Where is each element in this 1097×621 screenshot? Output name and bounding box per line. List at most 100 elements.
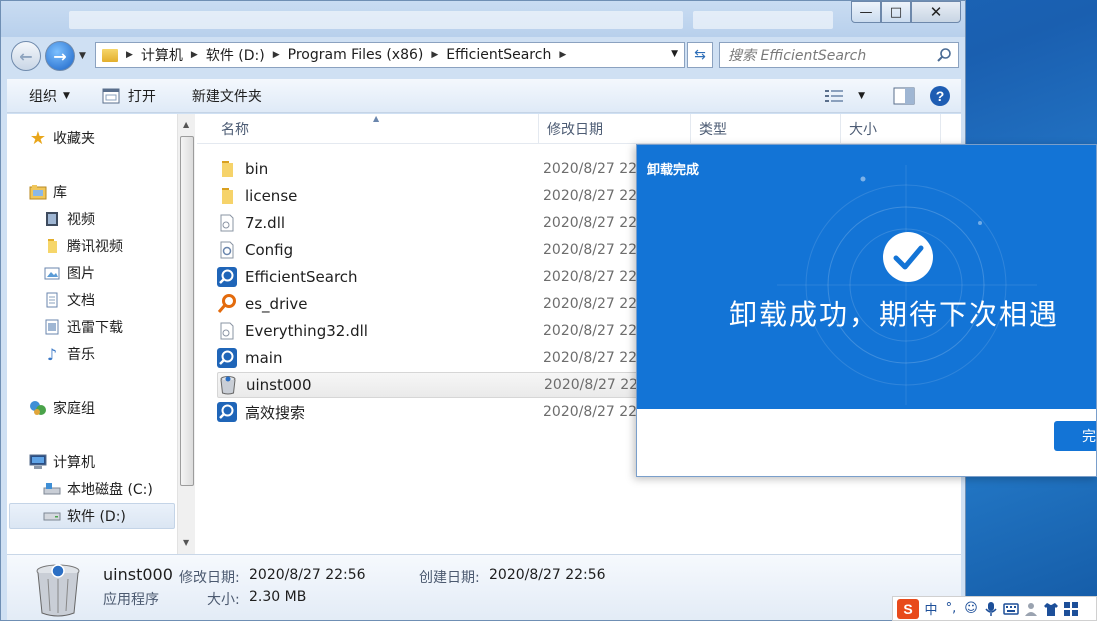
video-library-icon — [43, 210, 61, 228]
file-modified-date: 2020/8/27 22 — [543, 323, 638, 339]
column-header-name[interactable]: 名称 — [213, 114, 539, 144]
sidebar-item-drive-d[interactable]: 软件 (D:) — [43, 504, 126, 528]
minimize-button[interactable]: — — [851, 1, 881, 23]
address-bar[interactable]: ▶ 计算机 ▶ 软件 (D:) ▶ Program Files (x86) ▶ … — [95, 42, 685, 68]
success-check-icon — [883, 232, 933, 282]
sogou-logo-icon[interactable]: S — [897, 598, 919, 619]
refresh-icon: ⇆ — [694, 47, 706, 63]
back-button[interactable]: ← — [11, 41, 41, 71]
breadcrumb-computer[interactable]: 计算机 — [141, 45, 183, 65]
sidebar-item-homegroup[interactable]: 家庭组 — [29, 396, 95, 420]
sidebar-item-documents[interactable]: 文档 — [43, 288, 95, 312]
recent-pages-dropdown-icon[interactable]: ▼ — [79, 51, 86, 61]
preview-pane-icon[interactable] — [893, 87, 915, 105]
sidebar-scrollbar[interactable]: ▲ ▼ — [177, 114, 195, 554]
breadcrumb-drive-d[interactable]: 软件 (D:) — [206, 45, 265, 65]
sidebar-item-label: 迅雷下载 — [67, 320, 123, 336]
crumb-separator-icon[interactable]: ▶ — [273, 50, 280, 60]
search-input[interactable]: 搜索 EfficientSearch — [719, 42, 959, 68]
music-library-icon: ♪ — [46, 344, 58, 364]
column-header-modified[interactable]: 修改日期 — [539, 114, 691, 144]
file-name: 高效搜索 — [245, 403, 306, 422]
svg-text:S: S — [903, 601, 912, 617]
title-bar[interactable]: — □ ✕ — [1, 1, 965, 37]
close-button[interactable]: ✕ — [911, 1, 961, 23]
open-label: 打开 — [127, 88, 156, 105]
dll-file-icon — [217, 321, 237, 341]
folder-icon — [217, 186, 237, 206]
column-header-size[interactable]: 大小 — [841, 114, 941, 144]
sidebar-item-label: 计算机 — [53, 455, 95, 471]
skin-shirt-icon[interactable] — [1043, 601, 1059, 617]
crumb-separator-icon[interactable]: ▶ — [431, 50, 438, 60]
dialog-title: 卸载完成 — [647, 163, 700, 178]
details-modified-label: 修改日期: — [179, 570, 240, 586]
sidebar-item-tencent-video[interactable]: 腾讯视频 — [43, 234, 123, 258]
open-button[interactable]: 打开 — [84, 79, 170, 112]
caption-buttons: — □ ✕ — [851, 1, 961, 23]
sidebar-item-libraries[interactable]: 库 — [29, 180, 67, 204]
search-placeholder: 搜索 EfficientSearch — [728, 48, 867, 64]
sidebar-item-label: 收藏夹 — [53, 131, 95, 147]
sidebar-item-thunder-downloads[interactable]: 迅雷下载 — [43, 315, 123, 339]
crumb-separator-icon[interactable]: ▶ — [126, 50, 133, 60]
ime-chinese-mode[interactable]: 中 — [923, 601, 939, 618]
file-name: Everything32.dll — [245, 322, 368, 340]
details-file-name: uinst000 — [103, 565, 173, 584]
toolbar-right: ▼ ? — [824, 85, 951, 107]
address-history-dropdown-icon[interactable]: ▼ — [671, 49, 678, 59]
forward-button[interactable]: → — [45, 41, 75, 71]
breadcrumb-program-files[interactable]: Program Files (x86) — [288, 47, 424, 63]
sidebar-item-label: 软件 (D:) — [67, 509, 126, 525]
file-name: Config — [245, 241, 294, 259]
column-header-label: 名称 — [221, 122, 249, 138]
crumb-separator-icon[interactable]: ▶ — [559, 50, 566, 60]
crumb-separator-icon[interactable]: ▶ — [191, 50, 198, 60]
column-header-label: 大小 — [849, 122, 877, 138]
dialog-header: 卸载完成 卸载成功，期待下次相遇 — [637, 145, 1096, 409]
sidebar-item-label: 音乐 — [67, 347, 95, 363]
search-app-icon — [217, 402, 237, 422]
folder-icon — [102, 48, 118, 62]
view-details-icon[interactable] — [824, 88, 844, 104]
help-icon[interactable]: ? — [929, 85, 951, 107]
sidebar-item-drive-c[interactable]: 本地磁盘 (C:) — [43, 477, 153, 501]
toolbox-grid-icon[interactable] — [1063, 601, 1079, 617]
file-name: main — [245, 349, 283, 367]
sidebar-item-pictures[interactable]: 图片 — [43, 261, 95, 285]
scroll-up-icon[interactable]: ▲ — [183, 120, 189, 129]
refresh-button[interactable]: ⇆ — [687, 42, 713, 68]
breadcrumb-efficientsearch[interactable]: EfficientSearch — [446, 47, 551, 63]
column-header-type[interactable]: 类型 — [691, 114, 841, 144]
keyboard-icon[interactable] — [1003, 601, 1019, 617]
ime-status-bar: S 中 °, ☺ — [892, 596, 1097, 621]
sidebar-item-videos[interactable]: 视频 — [43, 207, 95, 231]
ime-punctuation-mode[interactable]: °, — [943, 601, 959, 617]
finish-button[interactable]: 完成 — [1054, 421, 1096, 451]
maximize-button[interactable]: □ — [881, 1, 911, 23]
sidebar-item-label: 库 — [53, 185, 67, 201]
microphone-icon[interactable] — [983, 601, 999, 617]
view-options-dropdown-icon[interactable]: ▼ — [858, 91, 865, 101]
scrollbar-thumb[interactable] — [180, 136, 194, 486]
file-modified-date: 2020/8/27 22 — [543, 188, 638, 204]
sidebar-item-favorites[interactable]: ★ 收藏夹 — [29, 126, 95, 150]
details-file-type: 应用程序 — [103, 592, 159, 608]
file-modified-date: 2020/8/27 22 — [543, 404, 638, 420]
user-account-icon[interactable] — [1023, 601, 1039, 617]
scroll-down-icon[interactable]: ▼ — [183, 538, 189, 547]
sidebar-item-music[interactable]: ♪ 音乐 — [43, 342, 95, 366]
sidebar-item-label: 图片 — [67, 266, 95, 282]
folder-icon — [43, 237, 61, 255]
sidebar-item-computer[interactable]: 计算机 — [29, 450, 95, 474]
new-folder-button[interactable]: 新建文件夹 — [170, 79, 276, 112]
dll-file-icon — [217, 213, 237, 233]
folder-icon — [217, 159, 237, 179]
file-name: bin — [245, 160, 269, 178]
emoji-icon[interactable]: ☺ — [963, 601, 979, 617]
file-modified-date: 2020/8/27 22 — [543, 296, 638, 312]
organize-label: 组织 — [29, 88, 57, 105]
organize-menu[interactable]: 组织 ▼ — [7, 79, 84, 112]
search-icon[interactable] — [936, 47, 952, 63]
details-pane: uinst000 应用程序 修改日期: 2020/8/27 22:56 创建日期… — [7, 554, 961, 620]
